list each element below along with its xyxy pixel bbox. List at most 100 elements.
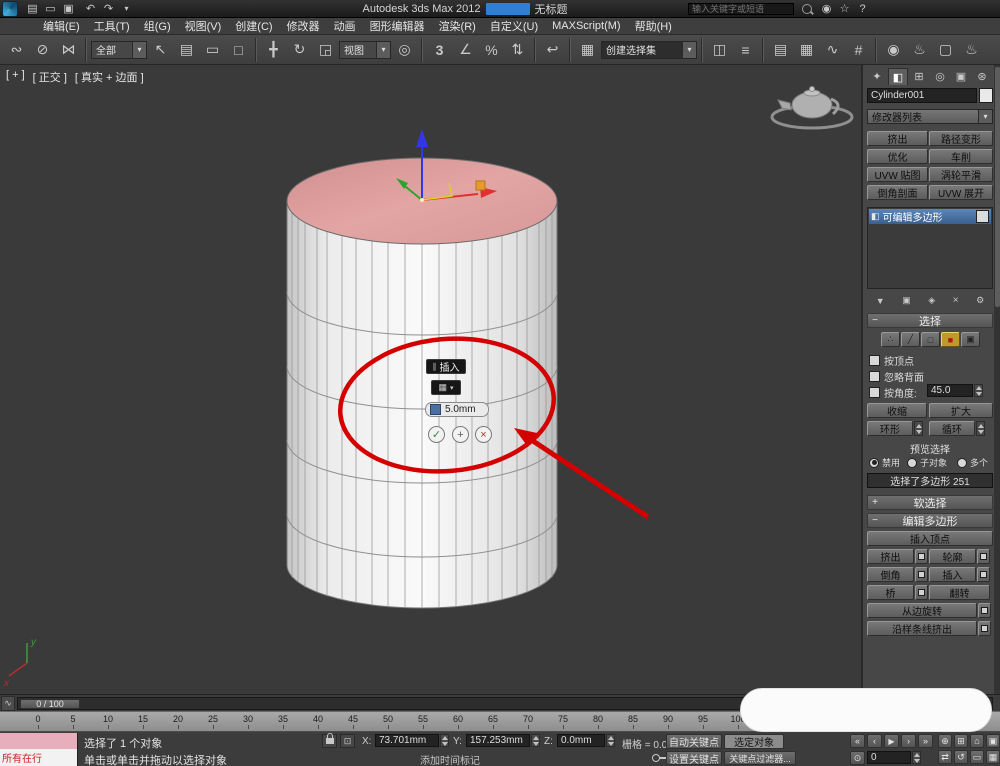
viewport[interactable]: x y [ + ] [ 正交 ] [ 真实 + 边面 ] ∥ 插入 ▦ ▾ 5.… bbox=[0, 65, 862, 694]
zoom-extents-all-button[interactable]: ▣ bbox=[986, 734, 1000, 748]
insert-settings-button[interactable] bbox=[977, 567, 990, 582]
pin-stack-icon[interactable]: ▼ bbox=[876, 296, 885, 306]
zoom-button[interactable]: ⊕ bbox=[938, 734, 952, 748]
selection-lock-toggle[interactable] bbox=[322, 733, 337, 748]
go-to-end-button[interactable]: » bbox=[918, 734, 933, 748]
add-time-tag[interactable]: 添加时间标记 bbox=[420, 752, 480, 766]
z-coord-field[interactable]: 0.0mm bbox=[557, 734, 605, 747]
subobject-polygon-icon[interactable]: ■ bbox=[941, 332, 960, 347]
subobject-vertex-icon[interactable]: ∴ bbox=[881, 332, 900, 347]
menu-modifiers[interactable]: 修改器 bbox=[280, 17, 327, 35]
modifier-button-bevelprofile[interactable]: 倒角剖面 bbox=[867, 185, 928, 200]
subobject-level-icon[interactable] bbox=[976, 210, 989, 223]
set-key-button[interactable]: 设置关键点 bbox=[666, 751, 722, 765]
rollout-soft-selection-header[interactable]: + 软选择 bbox=[867, 495, 993, 510]
configure-modifier-sets-icon[interactable]: ⚙ bbox=[976, 295, 984, 306]
align-icon[interactable]: ≡ bbox=[733, 37, 758, 63]
z-coord-spinner[interactable] bbox=[606, 734, 615, 747]
outline-button[interactable]: 轮廓 bbox=[929, 549, 976, 564]
menu-graph-editors[interactable]: 图形编辑器 bbox=[363, 17, 432, 35]
use-pivot-center-icon[interactable]: ◎ bbox=[392, 37, 417, 63]
object-color-swatch[interactable] bbox=[979, 88, 993, 103]
menu-tools[interactable]: 工具(T) bbox=[87, 17, 137, 35]
loop-spinner[interactable] bbox=[976, 421, 985, 436]
bridge-settings-button[interactable] bbox=[915, 585, 928, 600]
caddy-ok-button[interactable]: ✓ bbox=[428, 426, 445, 443]
shrink-button[interactable]: 收缩 bbox=[867, 403, 927, 418]
menu-group[interactable]: 组(G) bbox=[137, 17, 178, 35]
tab-display[interactable]: ▣ bbox=[951, 68, 971, 85]
select-and-rotate-icon[interactable]: ↻ bbox=[287, 37, 312, 63]
go-to-start-button[interactable]: « bbox=[850, 734, 865, 748]
maximize-viewport-toggle[interactable]: ▦ bbox=[986, 750, 1000, 764]
schematic-view-icon[interactable]: # bbox=[846, 37, 871, 63]
insert-button[interactable]: 插入 bbox=[929, 567, 976, 582]
preview-multiple-radio[interactable] bbox=[957, 457, 967, 468]
open-file-icon[interactable]: ▭ bbox=[42, 1, 59, 16]
menu-views[interactable]: 视图(V) bbox=[178, 17, 229, 35]
tab-motion[interactable]: ◎ bbox=[930, 68, 950, 85]
absolute-mode-toggle[interactable]: ⊡ bbox=[340, 734, 355, 748]
object-name-field[interactable]: Cylinder001 bbox=[867, 88, 977, 103]
qat-dropdown-icon[interactable]: ▾ bbox=[118, 1, 135, 16]
hinge-from-edge-button[interactable]: 从边旋转 bbox=[867, 603, 977, 618]
bind-to-spacewarp-icon[interactable]: ⋈ bbox=[56, 37, 81, 63]
ignore-backfacing-checkbox[interactable] bbox=[869, 371, 880, 382]
material-editor-icon[interactable]: ◉ bbox=[881, 37, 906, 63]
favorites-star-icon[interactable]: ☆ bbox=[836, 1, 853, 16]
layer-manager-icon[interactable]: ▤ bbox=[768, 37, 793, 63]
caddy-insert-button[interactable]: ∥ 插入 bbox=[426, 359, 466, 374]
menu-create[interactable]: 创建(C) bbox=[228, 17, 279, 35]
viewport-general-menu[interactable]: [ + ] bbox=[6, 69, 25, 85]
reference-coordinate-dropdown[interactable]: 视图 ▾ bbox=[339, 40, 391, 59]
caddy-type-dropdown[interactable]: ▦ ▾ bbox=[431, 380, 461, 395]
select-by-name-icon[interactable]: ▤ bbox=[174, 37, 199, 63]
rollout-edit-polygons-header[interactable]: − 编辑多边形 bbox=[867, 513, 993, 528]
bridge-button[interactable]: 桥 bbox=[867, 585, 914, 600]
tab-create[interactable]: ✦ bbox=[867, 68, 887, 85]
app-logo[interactable] bbox=[2, 1, 18, 17]
preview-disable-radio[interactable] bbox=[869, 457, 879, 468]
bevel-button[interactable]: 倒角 bbox=[867, 567, 914, 582]
menu-animation[interactable]: 动画 bbox=[327, 17, 363, 35]
preview-subobject-radio[interactable] bbox=[907, 457, 917, 468]
next-frame-button[interactable]: › bbox=[901, 734, 916, 748]
curve-editor-icon[interactable]: ∿ bbox=[820, 37, 845, 63]
menu-edit[interactable]: 编辑(E) bbox=[36, 17, 87, 35]
caddy-amount-field[interactable]: 5.0mm bbox=[425, 402, 489, 417]
rendered-frame-window-icon[interactable]: ▢ bbox=[933, 37, 958, 63]
orbit-button[interactable]: ↺ bbox=[954, 750, 968, 764]
named-selection-dropdown[interactable]: 创建选择集 ▾ bbox=[601, 40, 697, 59]
selection-filter-dropdown[interactable]: 全部 ▾ bbox=[91, 40, 147, 59]
mirror-icon[interactable]: ◫ bbox=[707, 37, 732, 63]
show-end-result-icon[interactable]: ▣ bbox=[902, 295, 911, 306]
menu-rendering[interactable]: 渲染(R) bbox=[432, 17, 483, 35]
selected-filter-dropdown[interactable]: 选定对象 bbox=[724, 734, 784, 749]
save-file-icon[interactable]: ▣ bbox=[60, 1, 77, 16]
extrude-button[interactable]: 挤出 bbox=[867, 549, 914, 564]
key-mode-toggle[interactable]: ⊙ bbox=[850, 751, 865, 765]
unlink-selection-icon[interactable]: ⊘ bbox=[30, 37, 55, 63]
maxscript-macro-recorder[interactable] bbox=[0, 733, 78, 749]
modifier-button-optimize[interactable]: 优化 bbox=[867, 149, 928, 164]
render-setup-icon[interactable]: ♨ bbox=[907, 37, 932, 63]
select-and-move-icon[interactable]: ╋ bbox=[261, 37, 286, 63]
viewport-shading-menu[interactable]: [ 真实 + 边面 ] bbox=[75, 69, 144, 85]
insert-vertex-button[interactable]: 插入顶点 bbox=[867, 531, 993, 546]
remove-modifier-icon[interactable]: × bbox=[953, 295, 959, 306]
select-object-icon[interactable]: ↖ bbox=[148, 37, 173, 63]
outline-settings-button[interactable] bbox=[977, 549, 990, 564]
tab-utilities[interactable]: ⊛ bbox=[972, 68, 992, 85]
modifier-stack-row[interactable]: ◧ 可编辑多边形 bbox=[869, 209, 991, 224]
by-angle-field[interactable]: 45.0 bbox=[927, 384, 973, 397]
menu-maxscript[interactable]: MAXScript(M) bbox=[545, 19, 627, 33]
maxscript-mini-listener[interactable]: 所有在行 bbox=[0, 749, 78, 766]
caddy-cancel-button[interactable]: × bbox=[475, 426, 492, 443]
spinner-snap-icon[interactable]: ⇅ bbox=[505, 37, 530, 63]
current-frame-field[interactable]: 0 bbox=[867, 751, 911, 764]
subobject-element-icon[interactable]: ▣ bbox=[961, 332, 980, 347]
snap-toggle-icon[interactable]: 3 bbox=[427, 37, 452, 63]
communication-center-icon[interactable]: ◉ bbox=[818, 1, 835, 16]
caddy-apply-button[interactable]: + bbox=[452, 426, 469, 443]
zoom-all-button[interactable]: ⊞ bbox=[954, 734, 968, 748]
